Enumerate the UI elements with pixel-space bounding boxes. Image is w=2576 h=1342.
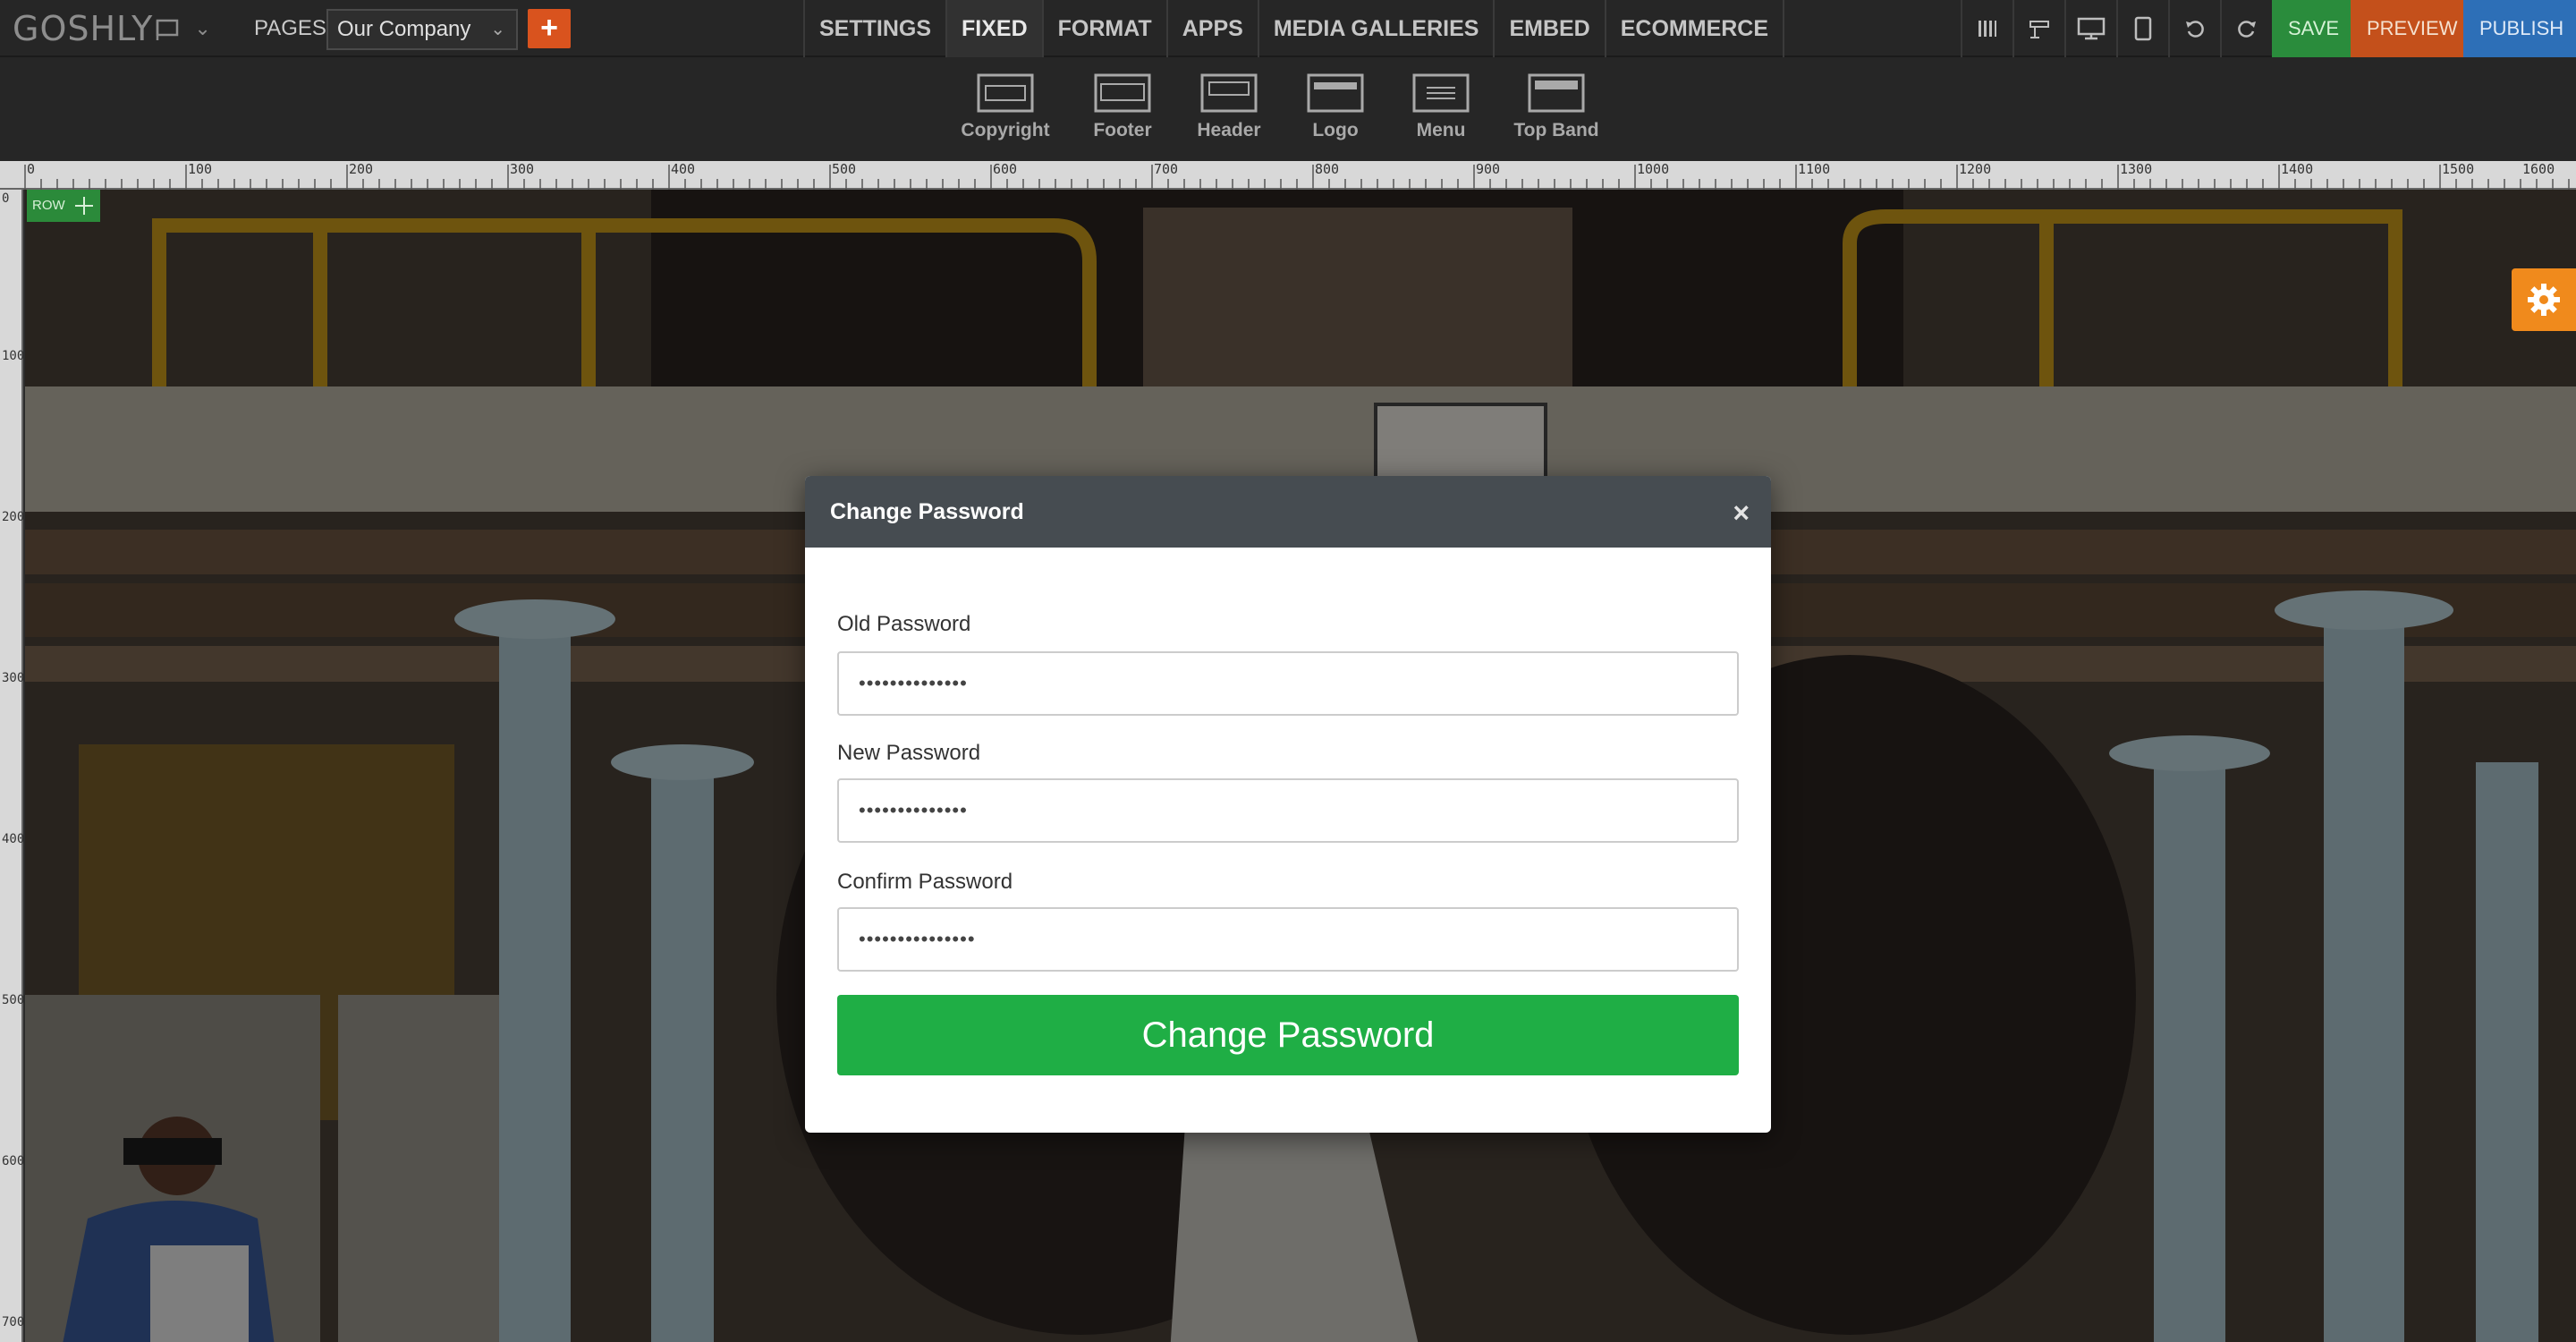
ruler-label: 0 [2, 191, 10, 206]
logo-flag-icon [157, 19, 179, 40]
undo-icon[interactable] [2168, 0, 2220, 57]
new-password-label: New Password [837, 741, 981, 765]
header-layout-icon [1200, 73, 1258, 113]
tablet-view-icon[interactable] [2116, 0, 2168, 57]
new-password-field[interactable]: •••••••••••••• [837, 778, 1739, 843]
fixed-item-label: Top Band [1513, 120, 1599, 140]
ruler-label: 600 [2, 1154, 25, 1168]
fixed-item-copyright[interactable]: Copyright [961, 73, 1050, 141]
footer-layout-icon [1094, 73, 1151, 113]
menu-item-fixed[interactable]: FIXED [947, 0, 1044, 57]
ruler-label: 100 [2, 349, 25, 363]
ruler-ticks [24, 165, 2570, 190]
ruler-label: 900 [1476, 161, 1501, 177]
settings-gear-button[interactable] [2512, 268, 2576, 331]
ruler-label: 1000 [1637, 161, 1670, 177]
horizontal-ruler: 0 100 200 300 400 500 600 700 800 900 10… [0, 161, 2576, 190]
ruler-label: 600 [993, 161, 1018, 177]
ruler-label: 100 [188, 161, 213, 177]
ruler-label: 800 [1315, 161, 1340, 177]
ruler-label: 0 [27, 161, 36, 177]
ruler-label: 1400 [2281, 161, 2314, 177]
modal-header: Change Password × [805, 476, 1771, 548]
menu-item-embed[interactable]: EMBED [1495, 0, 1606, 57]
fixed-item-top-band[interactable]: Top Band [1512, 73, 1601, 141]
ruler-label: 400 [2, 832, 25, 846]
change-password-button[interactable]: Change Password [837, 995, 1739, 1075]
modal-title: Change Password [830, 498, 1024, 524]
ruler-label: 700 [1154, 161, 1179, 177]
redo-icon[interactable] [2220, 0, 2272, 57]
logo-layout-icon [1307, 73, 1364, 113]
logo-menu-chevron-icon[interactable]: ⌄ [194, 18, 211, 40]
columns-icon[interactable] [1961, 0, 2012, 57]
menu-item-media-galleries[interactable]: MEDIA GALLERIES [1259, 0, 1496, 57]
row-tag-label: ROW [32, 198, 65, 213]
chevron-down-icon: ⌄ [490, 20, 505, 39]
right-toolbar: SAVE PREVIEW PUBLISH [1961, 0, 2576, 57]
confirm-password-label: Confirm Password [837, 870, 1013, 894]
fixed-item-header[interactable]: Header [1184, 73, 1274, 141]
menu-layout-icon [1412, 73, 1470, 113]
confirm-password-field[interactable]: ••••••••••••••• [837, 907, 1739, 972]
page-select-value: Our Company [337, 17, 471, 41]
ruler-label: 1300 [2120, 161, 2153, 177]
fixed-item-label: Menu [1416, 120, 1466, 140]
logo-text: GOSHLY [13, 9, 154, 48]
ruler-label: 1100 [1798, 161, 1831, 177]
goshly-logo[interactable]: GOSHLY ⌄ [13, 7, 212, 50]
copyright-layout-icon [977, 73, 1034, 113]
ruler-label: 700 [2, 1315, 25, 1329]
menu-item-settings[interactable]: SETTINGS [805, 0, 948, 57]
old-password-label: Old Password [837, 612, 971, 636]
fixed-item-footer[interactable]: Footer [1078, 73, 1167, 141]
ruler-label: 1500 [2442, 161, 2475, 177]
change-password-modal: Change Password × Old Password •••••••••… [805, 476, 1771, 1133]
move-arrows-icon [75, 197, 93, 215]
save-button[interactable]: SAVE [2272, 0, 2351, 57]
menu-item-ecommerce[interactable]: ECOMMERCE [1606, 0, 1785, 57]
ruler-label: 1200 [1959, 161, 1992, 177]
preview-button[interactable]: PREVIEW [2351, 0, 2463, 57]
ruler-label: 500 [2, 993, 25, 1007]
old-password-field[interactable]: •••••••••••••• [837, 651, 1739, 716]
ruler-label: 200 [349, 161, 374, 177]
fixed-item-label: Copyright [961, 120, 1050, 140]
menu-item-format[interactable]: FORMAT [1044, 0, 1168, 57]
top-band-layout-icon [1528, 73, 1585, 113]
pages-label: PAGES [254, 16, 326, 40]
fixed-item-label: Logo [1312, 120, 1359, 140]
ruler-label: 300 [510, 161, 535, 177]
fixed-item-menu[interactable]: Menu [1396, 73, 1486, 141]
gear-icon [2528, 284, 2560, 316]
close-icon[interactable]: × [1733, 498, 1750, 527]
ruler-label: 300 [2, 671, 25, 685]
align-icon[interactable] [2012, 0, 2064, 57]
publish-button[interactable]: PUBLISH [2463, 0, 2576, 57]
ruler-label: 500 [832, 161, 857, 177]
fixed-item-label: Footer [1093, 120, 1152, 140]
vertical-ruler: 0 100 200 300 400 500 600 700 [0, 190, 25, 1342]
main-menu: SETTINGS FIXED FORMAT APPS MEDIA GALLERI… [803, 0, 1785, 57]
fixed-item-logo[interactable]: Logo [1291, 73, 1380, 141]
menu-item-apps[interactable]: APPS [1168, 0, 1259, 57]
fixed-elements-toolbar: Copyright Footer Header Logo Menu Top Ba… [0, 57, 2576, 161]
desktop-view-icon[interactable] [2064, 0, 2116, 57]
ruler-label: 400 [671, 161, 696, 177]
page-select-dropdown[interactable]: Our Company ⌄ [326, 9, 518, 50]
ruler-label: 1600 [2522, 161, 2555, 177]
ruler-label: 200 [2, 510, 25, 524]
add-page-button[interactable]: + [528, 9, 571, 48]
fixed-item-label: Header [1197, 120, 1261, 140]
row-handle[interactable]: ROW [27, 190, 100, 222]
top-bar: GOSHLY ⌄ PAGES Our Company ⌄ + SETTINGS … [0, 0, 2576, 57]
